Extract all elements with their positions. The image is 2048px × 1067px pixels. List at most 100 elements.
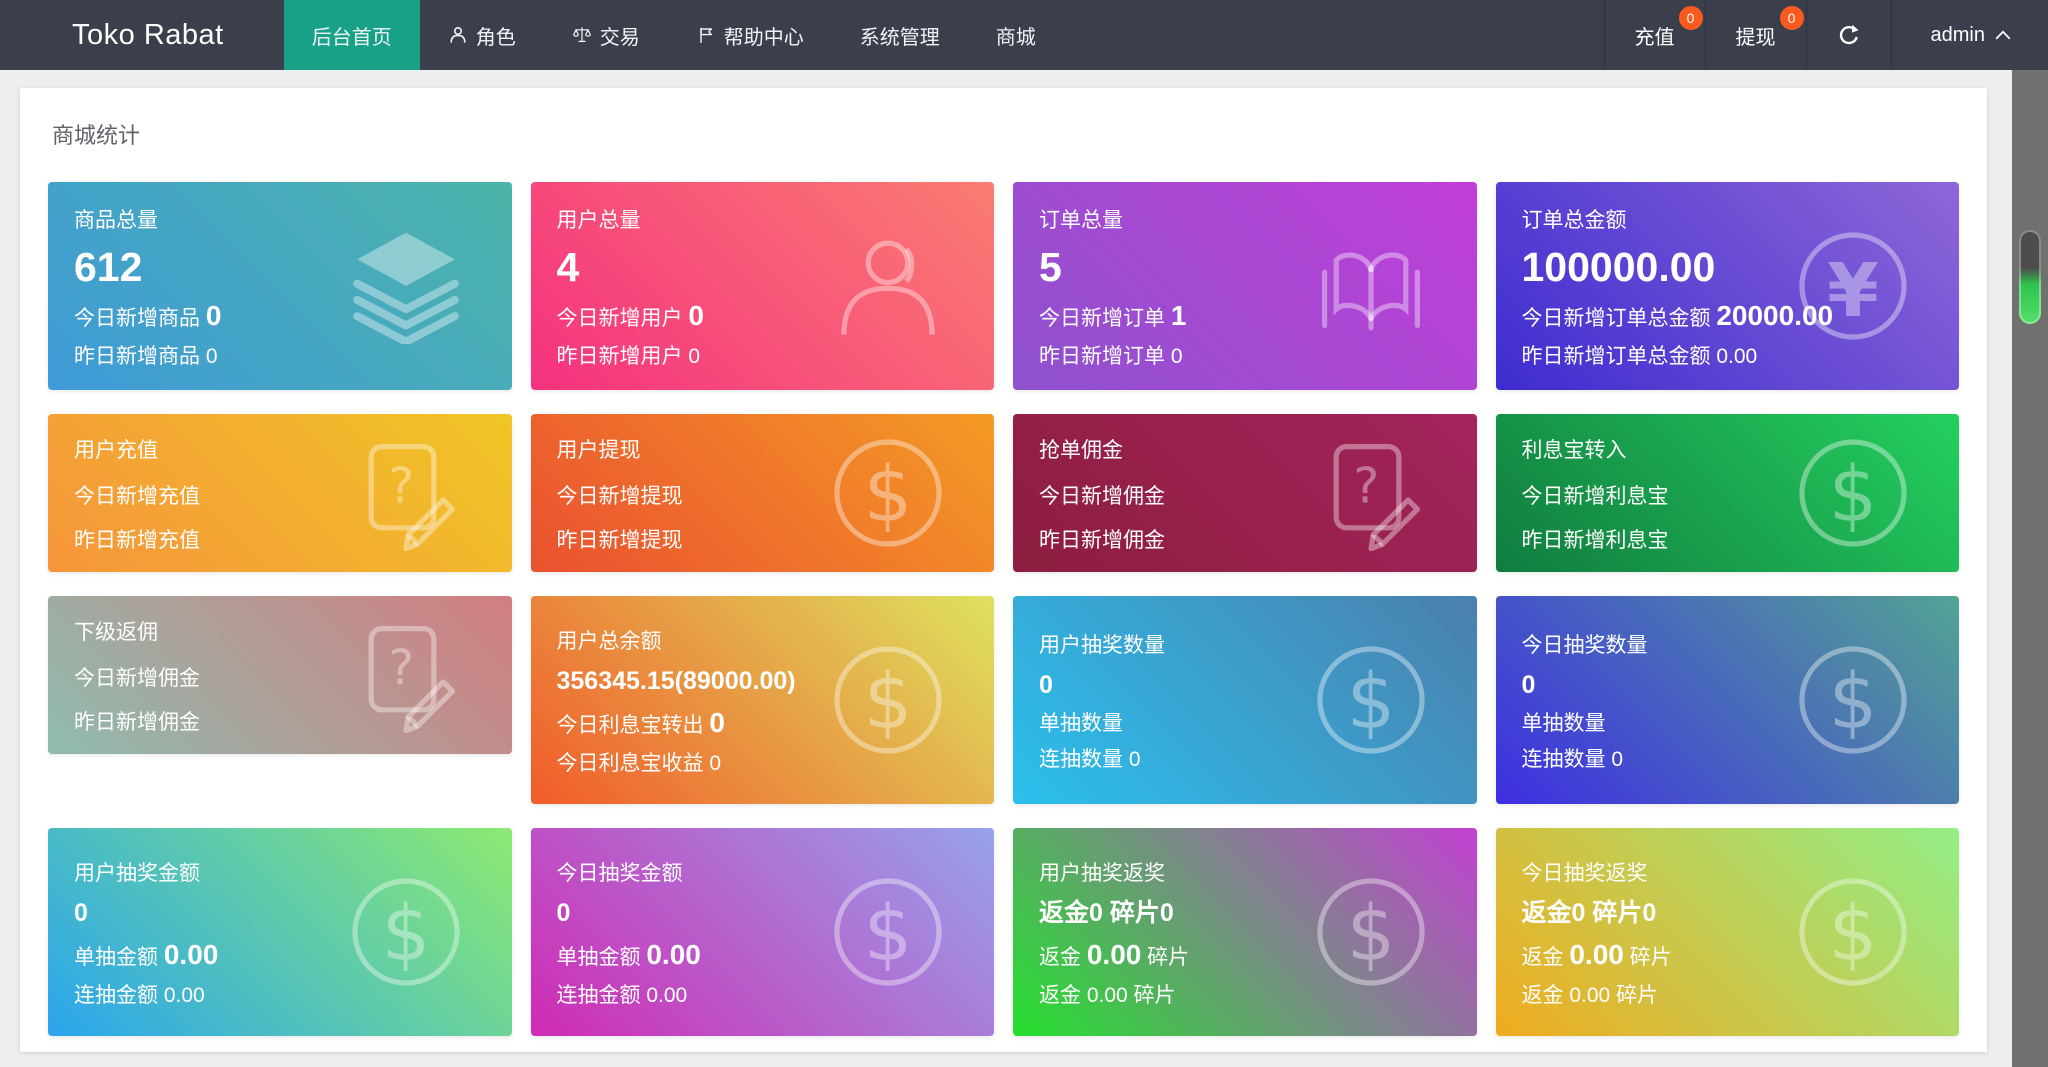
card-line: 昨日新增订单总金额 0.00 xyxy=(1522,345,1934,368)
card-line: 昨日新增充值 xyxy=(74,529,486,552)
card-line: 0 xyxy=(1039,672,1451,700)
tab-label: 交易 xyxy=(600,21,640,50)
dollar-icon: $ xyxy=(1313,642,1429,758)
stat-card-16: 今日抽奖返奖返金0 碎片0返金 0.00 碎片返金 0.00 碎片 $ xyxy=(1496,828,1960,1036)
card-line: 今日新增商品 0 xyxy=(74,301,486,332)
stat-card-14: 今日抽奖金额0单抽金额 0.00连抽金额 0.00 $ xyxy=(531,828,995,1036)
stat-card-10: 用户总余额356345.15(89000.00)今日利息宝转出 0今日利息宝收益… xyxy=(531,596,995,804)
stat-card-6: 用户提现今日新增提现昨日新增提现 $ xyxy=(531,414,995,572)
card-title: 今日抽奖返奖 xyxy=(1522,857,1934,887)
user-icon xyxy=(448,25,468,45)
stat-card-12: 今日抽奖数量0单抽数量连抽数量 0 $ xyxy=(1496,596,1960,804)
refresh-icon xyxy=(1837,23,1861,47)
card-line: 356345.15(89000.00) xyxy=(557,668,969,696)
stat-card-8: 利息宝转入今日新增利息宝昨日新增利息宝 $ xyxy=(1496,414,1960,572)
card-line: 今日新增订单 1 xyxy=(1039,301,1451,332)
card-line: 612 xyxy=(74,247,486,288)
tab-label: 系统管理 xyxy=(860,21,940,50)
card-line: 连抽金额 0.00 xyxy=(557,984,969,1007)
card-line: 今日利息宝收益 0 xyxy=(557,752,969,775)
card-line: 100000.00 xyxy=(1522,247,1934,288)
card-title: 用户抽奖金额 xyxy=(74,857,486,887)
stat-card-15: 用户抽奖返奖返金0 碎片0返金 0.00 碎片返金 0.00 碎片 $ xyxy=(1013,828,1477,1036)
card-line: 今日新增佣金 xyxy=(1039,485,1451,508)
dollar-icon: $ xyxy=(1795,874,1911,990)
card-title: 用户总余额 xyxy=(557,625,969,655)
tab-mall[interactable]: 商城 xyxy=(968,0,1064,70)
card-title: 用户总量 xyxy=(557,204,969,234)
card-title: 今日抽奖数量 xyxy=(1522,629,1934,659)
card-line: 0 xyxy=(1522,672,1934,700)
tab-roles[interactable]: 角色 xyxy=(420,0,544,70)
card-line: 0 xyxy=(557,900,969,928)
card-line: 单抽金额 0.00 xyxy=(74,940,486,971)
refresh-button[interactable] xyxy=(1806,0,1891,70)
card-line: 昨日新增商品 0 xyxy=(74,345,486,368)
withdraw-button[interactable]: 提现 0 xyxy=(1705,0,1806,70)
card-line: 返金0 碎片0 xyxy=(1522,900,1934,928)
dollar-icon: $ xyxy=(830,642,946,758)
card-line: 连抽数量 0 xyxy=(1039,748,1451,771)
vertical-scrollbar-track[interactable] xyxy=(2012,70,2048,1067)
top-navbar: Toko Rabat 后台首页 角色 交易 帮助中心 系统管理 商城 xyxy=(0,0,2048,70)
vertical-scrollbar-thumb[interactable] xyxy=(2019,230,2041,324)
dollar-icon: $ xyxy=(348,874,464,990)
section-title: 商城统计 xyxy=(52,118,1955,150)
card-line: 返金 0.00 碎片 xyxy=(1039,940,1451,971)
card-line: 今日新增用户 0 xyxy=(557,301,969,332)
chevron-up-icon xyxy=(1994,26,2012,44)
navbar-right: 充值 0 提现 0 admin xyxy=(1604,0,2048,70)
tab-label: 角色 xyxy=(476,21,516,50)
card-line: 今日新增订单总金额 20000.00 xyxy=(1522,301,1934,332)
tab-system-management[interactable]: 系统管理 xyxy=(832,0,968,70)
card-line: 昨日新增用户 0 xyxy=(557,345,969,368)
card-line: 昨日新增利息宝 xyxy=(1522,529,1934,552)
recharge-button[interactable]: 充值 0 xyxy=(1604,0,1705,70)
card-line: 昨日新增提现 xyxy=(557,529,969,552)
card-line: 4 xyxy=(557,247,969,288)
card-line: 昨日新增佣金 xyxy=(1039,529,1451,552)
tab-help-center[interactable]: 帮助中心 xyxy=(668,0,832,70)
card-line: 返金0 碎片0 xyxy=(1039,900,1451,928)
card-line: 单抽数量 xyxy=(1039,712,1451,735)
stat-card-13: 用户抽奖金额0单抽金额 0.00连抽金额 0.00 $ xyxy=(48,828,512,1036)
tab-label: 帮助中心 xyxy=(724,21,804,50)
card-title: 订单总金额 xyxy=(1522,204,1934,234)
tab-transactions[interactable]: 交易 xyxy=(544,0,668,70)
card-title: 用户抽奖数量 xyxy=(1039,629,1451,659)
stats-grid: 商品总量612今日新增商品 0昨日新增商品 0 用户总量4今日新增用户 0昨日新… xyxy=(48,182,1959,1036)
card-line: 返金 0.00 碎片 xyxy=(1522,984,1934,1007)
card-line: 今日新增提现 xyxy=(557,485,969,508)
stat-card-9: 下级返佣今日新增佣金昨日新增佣金 ? xyxy=(48,596,512,754)
dollar-icon: $ xyxy=(1313,874,1429,990)
card-line: 今日新增利息宝 xyxy=(1522,485,1934,508)
card-line: 连抽金额 0.00 xyxy=(74,984,486,1007)
card-line: 今日新增佣金 xyxy=(74,667,486,690)
card-title: 订单总量 xyxy=(1039,204,1451,234)
card-line: 昨日新增订单 0 xyxy=(1039,345,1451,368)
withdraw-badge: 0 xyxy=(1780,6,1804,30)
card-title: 用户充值 xyxy=(74,434,486,464)
stat-card-11: 用户抽奖数量 0 单抽数量连抽数量 0 $ xyxy=(1013,596,1477,804)
tab-dashboard[interactable]: 后台首页 xyxy=(284,0,420,70)
card-line: 连抽数量 0 xyxy=(1522,748,1934,771)
card-line: 单抽金额 0.00 xyxy=(557,940,969,971)
card-title: 下级返佣 xyxy=(74,616,486,646)
brand-logo: Toko Rabat xyxy=(0,0,284,70)
tab-label: 商城 xyxy=(996,21,1036,50)
card-title: 用户提现 xyxy=(557,434,969,464)
flag-icon xyxy=(696,25,716,45)
card-title: 抢单佣金 xyxy=(1039,434,1451,464)
username: admin xyxy=(1931,24,1985,47)
stat-card-7: 抢单佣金今日新增佣金昨日新增佣金 ? xyxy=(1013,414,1477,572)
recharge-badge: 0 xyxy=(1679,6,1703,30)
user-menu[interactable]: admin xyxy=(1891,0,2048,70)
withdraw-label: 提现 xyxy=(1736,21,1776,50)
card-title: 利息宝转入 xyxy=(1522,434,1934,464)
scales-icon xyxy=(572,25,592,45)
recharge-label: 充值 xyxy=(1635,21,1675,50)
dollar-icon: $ xyxy=(1795,642,1911,758)
tab-label: 后台首页 xyxy=(312,21,392,50)
card-line: 今日新增充值 xyxy=(74,485,486,508)
card-line: 返金 0.00 碎片 xyxy=(1522,940,1934,971)
